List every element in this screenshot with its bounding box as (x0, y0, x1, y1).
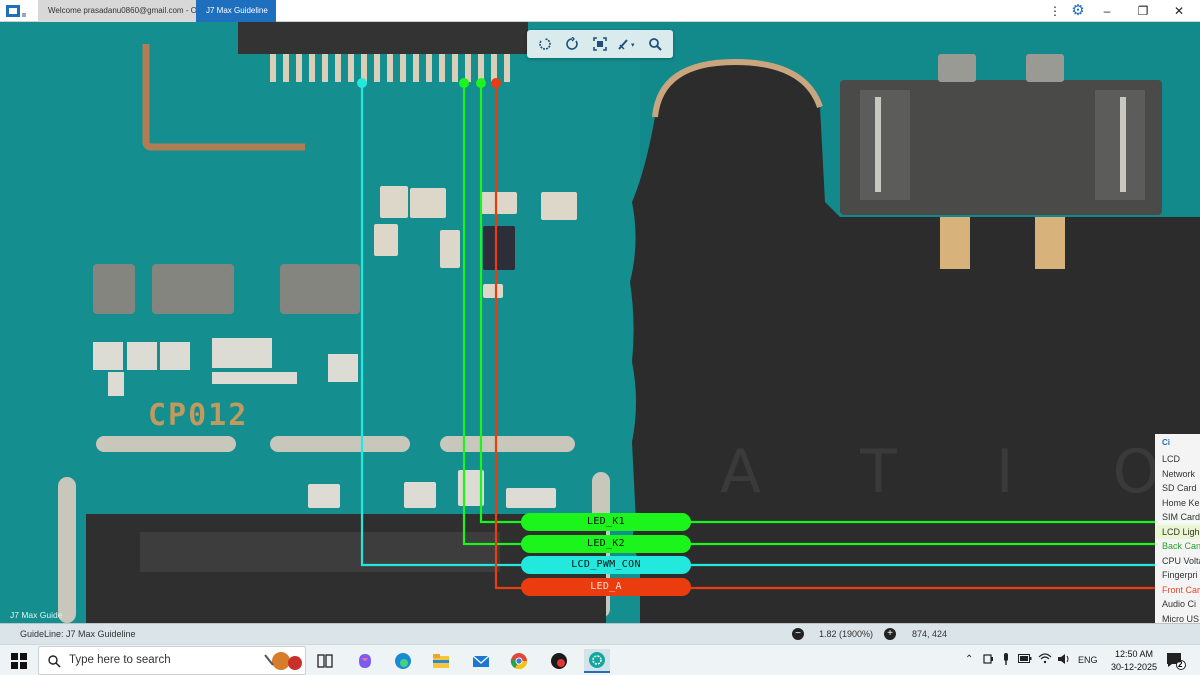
draw-tool-icon[interactable]: ▾ (616, 33, 640, 55)
chrome-browser-icon[interactable] (506, 649, 532, 673)
search-placeholder: Type here to search (69, 654, 171, 666)
cursor-coordinates: 874, 424 (912, 629, 948, 639)
search-highlight-icon (250, 649, 306, 673)
circuit-menu-item[interactable]: LCD Ligh (1155, 524, 1200, 539)
status-bar: GuideLine: J7 Max Guideline − 1.82 (1900… (0, 623, 1200, 644)
close-button[interactable]: ✕ (1164, 0, 1194, 22)
net-label-led-a[interactable]: LED_A (521, 578, 691, 596)
battery-icon[interactable] (1018, 654, 1032, 665)
tab-j7-max-guideline[interactable]: J7 Max Guideline (196, 0, 276, 22)
fit-screen-icon[interactable] (588, 33, 612, 55)
view-name-overlay: J7 Max Guide (10, 610, 63, 620)
circuit-menu-item[interactable]: Audio Ci (1155, 597, 1200, 612)
chevron-up-icon[interactable]: ⌃ (965, 654, 973, 665)
zoom-out-button[interactable]: − (792, 628, 804, 640)
circuit-menu-item[interactable]: Back Can (1155, 539, 1200, 554)
svg-text:▾: ▾ (631, 42, 635, 49)
circuit-menu-item[interactable]: Network (1155, 467, 1200, 482)
rotate-left-icon[interactable] (533, 33, 557, 55)
title-bar: Welcome prasadanu0860@gmail.com - Orion … (0, 0, 1200, 22)
board-viewport[interactable]: CP012 A T I ▾ LED_K1 LED_K2 LCD_PWM_CON … (0, 22, 1200, 623)
net-label-led-k1[interactable]: LED_K1 (521, 513, 691, 531)
minimize-button[interactable]: – (1092, 0, 1122, 22)
mail-app-icon[interactable] (468, 649, 494, 673)
copilot-icon[interactable] (352, 649, 378, 673)
circuit-menu-item[interactable]: CPU Volta (1155, 554, 1200, 569)
orion-app-icon[interactable] (4, 2, 30, 20)
microphone-icon[interactable] (1002, 653, 1010, 667)
wifi-icon[interactable] (1038, 653, 1052, 666)
watermark-text: A T I O S (720, 437, 1200, 507)
circuit-menu-item[interactable]: Front Car (1155, 583, 1200, 598)
circuit-menu-item[interactable]: SD Card (1155, 481, 1200, 496)
rotate-right-icon[interactable] (561, 33, 585, 55)
tab-welcome[interactable]: Welcome prasadanu0860@gmail.com - Orion (38, 0, 196, 22)
notification-center-icon[interactable]: 2 (1166, 652, 1186, 670)
circuit-section-menu: Ci LCD Network SD Card Home Ke SIM Card LCD L… (1155, 434, 1200, 624)
app-icon-red-black[interactable] (546, 649, 572, 673)
windows-taskbar: Type here to search ⌃ ENG 12:50 AM 30-12… (0, 644, 1200, 675)
circuit-menu-item[interactable]: SIM Card (1155, 510, 1200, 525)
file-explorer-icon[interactable] (428, 649, 454, 673)
meet-now-icon[interactable] (983, 653, 994, 667)
search-icon (48, 655, 61, 668)
net-label-lcd-pwm-con[interactable]: LCD_PWM_CON (521, 556, 691, 574)
net-label-led-k2[interactable]: LED_K2 (521, 535, 691, 553)
circuit-menu-item[interactable]: Fingerpri (1155, 568, 1200, 583)
maximize-button[interactable]: ❐ (1128, 0, 1158, 22)
circuit-menu-item[interactable]: Home Ke (1155, 496, 1200, 511)
windows-start-icon[interactable] (6, 649, 32, 673)
orion-taskbar-icon[interactable] (584, 649, 610, 673)
pcb-board-image: CP012 A T I (0, 22, 1200, 623)
silkscreen-cp012: CP012 (148, 398, 248, 433)
circuit-menu-item[interactable]: LCD (1155, 452, 1200, 467)
guideline-status: GuideLine: J7 Max Guideline (20, 629, 136, 639)
language-indicator[interactable]: ENG (1078, 655, 1098, 665)
settings-gear-icon[interactable]: ⚙ (1063, 0, 1093, 22)
edge-browser-icon[interactable] (390, 649, 416, 673)
speaker-icon[interactable] (1057, 653, 1071, 667)
clock-date: 30-12-2025 (1110, 661, 1158, 672)
zoom-in-button[interactable]: + (884, 628, 896, 640)
zoom-level: 1.82 (1900%) (819, 629, 874, 639)
menu-header-icon: Ci (1162, 438, 1170, 447)
clock-time: 12:50 AM (1114, 649, 1154, 659)
task-view-icon[interactable] (312, 649, 338, 673)
search-icon[interactable] (643, 33, 667, 55)
view-toolbar: ▾ (527, 30, 673, 58)
notification-count: 2 (1178, 660, 1183, 669)
taskbar-clock[interactable]: 12:50 AM 30-12-2025 (1110, 648, 1158, 673)
